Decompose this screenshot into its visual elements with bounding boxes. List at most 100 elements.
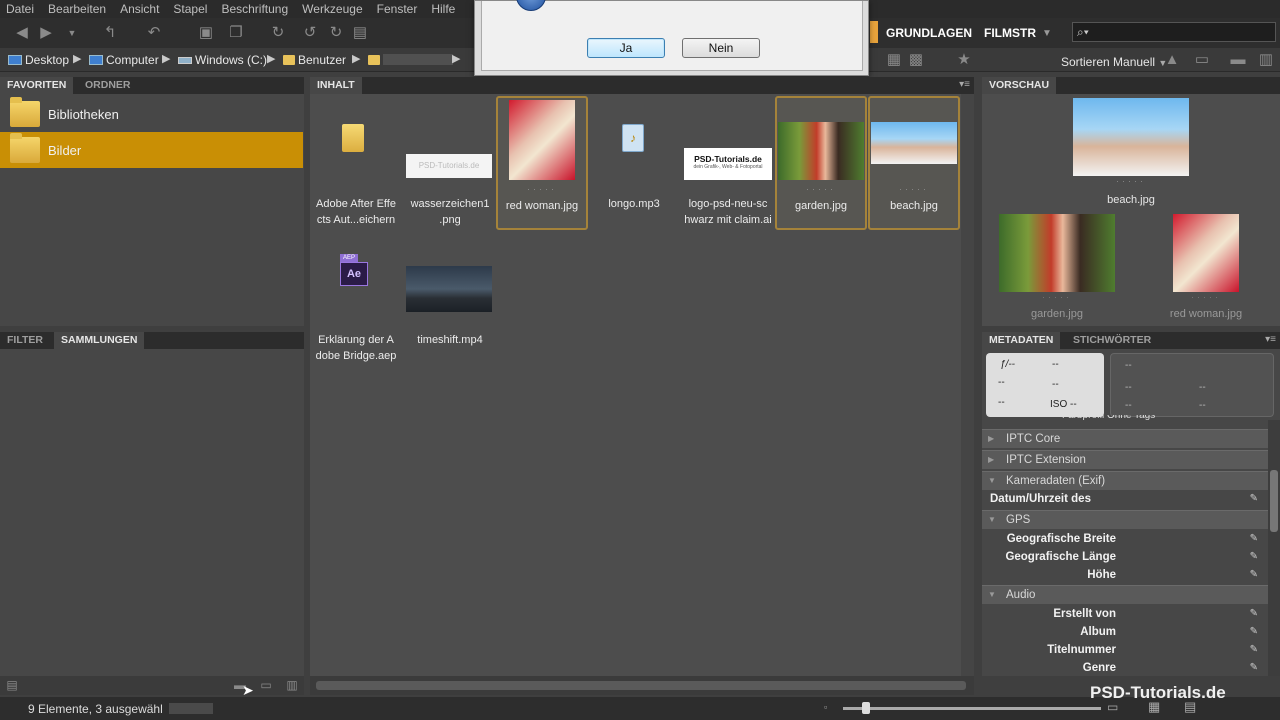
section-audio[interactable]: ▼ Audio — [982, 585, 1268, 604]
preview-garden-image[interactable] — [999, 214, 1115, 292]
chevron-right-icon[interactable]: ▶ — [352, 52, 360, 65]
menu-ansicht[interactable]: Ansicht — [113, 2, 166, 16]
pencil-icon[interactable]: ✎ — [1250, 659, 1258, 671]
content-item-aep[interactable]: Ae AEP Erklärung der A dobe Bridge.aep — [310, 252, 402, 386]
menu-hilfe[interactable]: Hilfe — [424, 2, 462, 16]
tab-metadaten[interactable]: METADATEN — [982, 332, 1061, 349]
filter-grid-icon[interactable]: ▦ — [884, 51, 904, 69]
slider-handle[interactable] — [862, 702, 870, 714]
tab-inhalt[interactable]: INHALT — [310, 77, 362, 94]
collection-settings-icon[interactable]: ▤ — [2, 676, 22, 694]
rotate-left-icon[interactable]: ↺ — [300, 24, 320, 42]
workspace-grundlagen[interactable]: GRUNDLAGEN — [880, 26, 978, 40]
folder-icon — [283, 55, 295, 65]
pencil-icon[interactable]: ✎ — [1250, 641, 1258, 659]
section-gps[interactable]: ▼ GPS — [982, 510, 1268, 529]
content-item-garden[interactable]: ····· garden.jpg — [775, 96, 867, 230]
search-input[interactable]: ⌕▾ — [1072, 22, 1276, 42]
section-kameradaten[interactable]: ▼ Kameradaten (Exif) — [982, 471, 1268, 490]
favorite-bilder[interactable]: Bilder — [0, 132, 303, 168]
return-to-app-icon[interactable]: ↶ — [144, 24, 164, 42]
new-collection-icon[interactable]: ▭ — [256, 676, 276, 694]
collections-footer: ▤ ▬ ▭ ▥ ➤ — [0, 676, 304, 698]
content-item-beach[interactable]: ····· beach.jpg — [868, 96, 960, 230]
refine-icon[interactable]: ❐ — [226, 24, 246, 42]
pencil-icon[interactable]: ✎ — [1250, 605, 1258, 623]
crumb-user-redacted[interactable] — [368, 53, 453, 67]
menu-werkzeuge[interactable]: Werkzeuge — [295, 2, 369, 16]
favorite-label: Bibliotheken — [48, 106, 119, 122]
preview-red-woman-image[interactable] — [1173, 214, 1239, 292]
chevron-right-icon[interactable]: ▶ — [452, 52, 460, 65]
content-item-folder[interactable]: Adobe After Effe cts Aut...eichern — [310, 96, 402, 230]
menu-bearbeiten[interactable]: Bearbeiten — [41, 2, 113, 16]
favorite-bibliotheken[interactable]: Bibliotheken — [0, 96, 303, 132]
rating-dots[interactable]: ····· — [777, 184, 865, 194]
star-icon[interactable]: ★ — [954, 51, 974, 69]
no-button[interactable]: Nein — [682, 38, 760, 58]
tab-favoriten[interactable]: FAVORITEN — [0, 77, 74, 94]
chevron-down-icon[interactable]: ▼ — [1042, 28, 1052, 39]
new-folder-icon[interactable]: ▬ — [1228, 51, 1248, 69]
rating-dots[interactable]: ····· — [870, 184, 958, 194]
scroll-thumb[interactable] — [1270, 470, 1278, 532]
preview-beach-image[interactable] — [1073, 98, 1189, 176]
pencil-icon[interactable]: ✎ — [1250, 623, 1258, 641]
content-item-logo-ai[interactable]: PSD-Tutorials.de dein Grafik-, Web- & Fot… — [682, 96, 774, 230]
crumb-desktop[interactable]: Desktop — [8, 53, 69, 67]
crumb-drive[interactable]: Windows (C:) — [178, 53, 267, 67]
content-horizontal-scrollbar[interactable] — [310, 676, 974, 695]
section-iptc-core[interactable]: ▶ IPTC Core — [982, 429, 1268, 448]
crumb-benutzer[interactable]: Benutzer — [283, 53, 346, 67]
thumbnail-quality-icon[interactable]: ▩ — [906, 51, 926, 69]
panel-menu-icon[interactable]: ▾≡ — [1265, 334, 1276, 345]
open-recent-icon[interactable]: ▤ — [350, 24, 370, 42]
pencil-icon[interactable]: ✎ — [1250, 530, 1258, 548]
delete-collection-icon[interactable]: ▥ — [282, 676, 302, 694]
content-item-wasserzeichen[interactable]: PSD-Tutorials.de wasserzeichen1 .png — [404, 96, 496, 230]
rating-dots[interactable]: ····· — [999, 292, 1115, 302]
forward-arrow-icon[interactable]: ▶ — [36, 24, 56, 42]
content-item-timeshift[interactable]: timeshift.mp4 — [404, 252, 496, 386]
small-thumb-icon[interactable]: ▫ — [824, 702, 827, 712]
panel-menu-icon[interactable]: ▾≡ — [959, 79, 970, 90]
rating-dots[interactable]: ····· — [1073, 176, 1189, 186]
section-iptc-extension[interactable]: ▶ IPTC Extension — [982, 450, 1268, 469]
thumbnail-size-slider[interactable] — [843, 707, 1101, 710]
rating-dots[interactable]: ····· — [1158, 292, 1254, 302]
tab-ordner[interactable]: ORDNER — [78, 77, 138, 94]
back-arrow-icon[interactable]: ◀ — [12, 24, 32, 42]
pencil-icon[interactable]: ✎ — [1250, 548, 1258, 566]
menu-beschriftung[interactable]: Beschriftung — [214, 2, 295, 16]
content-item-longo[interactable]: ♪ longo.mp3 — [588, 96, 680, 230]
parent-folder-icon[interactable]: ↰ — [100, 24, 120, 42]
tab-sammlungen[interactable]: SAMMLUNGEN — [54, 332, 145, 349]
yes-button[interactable]: Ja — [587, 38, 665, 58]
camera-import-icon[interactable]: ▣ — [196, 24, 216, 42]
menu-fenster[interactable]: Fenster — [370, 2, 425, 16]
sort-dropdown[interactable]: Sortieren Manuell ▼ — [1061, 55, 1167, 69]
pencil-icon[interactable]: ✎ — [1250, 566, 1258, 584]
content-item-red-woman[interactable]: ····· red woman.jpg — [496, 96, 588, 230]
rating-dots[interactable]: ····· — [498, 184, 586, 194]
pencil-icon[interactable]: ✎ — [1250, 490, 1258, 508]
menu-stapel[interactable]: Stapel — [166, 2, 214, 16]
rotate-right-icon[interactable]: ↻ — [326, 24, 346, 42]
chevron-right-icon[interactable]: ▶ — [162, 52, 170, 65]
menu-datei[interactable]: Datei — [0, 2, 41, 16]
history-dropdown-icon[interactable]: ▼ — [62, 24, 82, 42]
tab-filter[interactable]: FILTER — [0, 332, 50, 349]
tab-vorschau[interactable]: VORSCHAU — [982, 77, 1057, 94]
tab-stichwoerter[interactable]: STICHWÖRTER — [1066, 332, 1158, 349]
metadata-row-album: Album ✎ — [982, 623, 1268, 641]
rotate-icon[interactable]: ↻ — [268, 24, 288, 42]
workspace-filmstreifen[interactable]: FILMSTR — [978, 26, 1042, 40]
scroll-track[interactable] — [316, 681, 966, 690]
chevron-right-icon[interactable]: ▶ — [267, 52, 275, 65]
chevron-right-icon[interactable]: ▶ — [73, 52, 81, 65]
content-scrollbar[interactable] — [961, 94, 974, 676]
metadata-scrollbar[interactable] — [1268, 420, 1280, 676]
trash-icon[interactable]: ▥ — [1256, 51, 1276, 69]
open-folder-icon[interactable]: ▭ — [1192, 51, 1212, 69]
crumb-computer[interactable]: Computer — [89, 53, 159, 67]
